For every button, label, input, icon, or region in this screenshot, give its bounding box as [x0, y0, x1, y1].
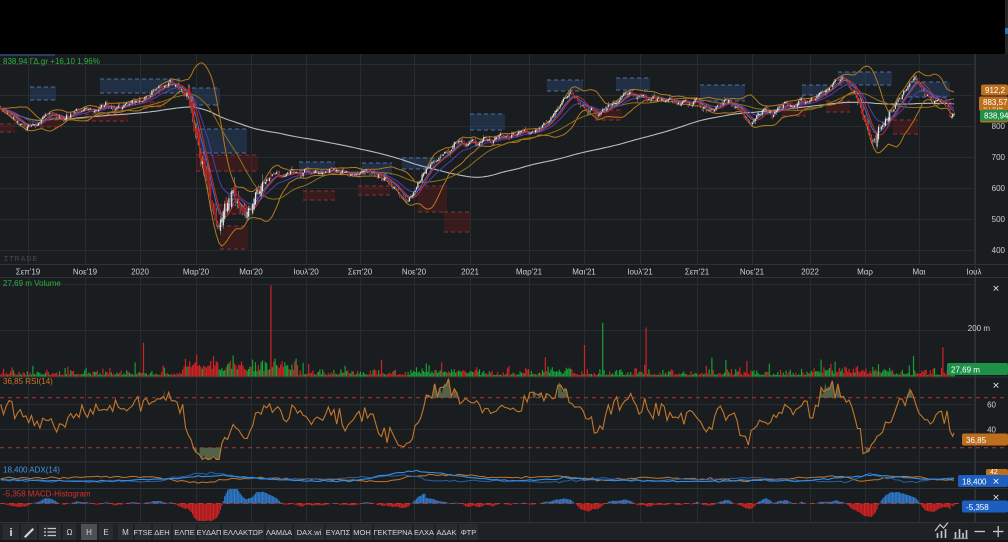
svg-text:Ω: Ω	[67, 528, 73, 537]
svg-text:18,400 ADX(14): 18,400 ADX(14)	[3, 466, 60, 475]
svg-text:ΣTRADE: ΣTRADE	[4, 256, 38, 263]
svg-text:200 m: 200 m	[968, 324, 991, 333]
svg-text:ΕΥΔΑΠ: ΕΥΔΑΠ	[197, 528, 222, 537]
svg-text:500: 500	[992, 215, 1006, 224]
svg-text:DAX.wi: DAX.wi	[297, 528, 322, 537]
svg-text:i: i	[9, 527, 12, 539]
svg-text:Μαρ: Μαρ	[857, 268, 873, 277]
svg-text:ΦΤΡ: ΦΤΡ	[461, 528, 477, 537]
svg-text:FTSE: FTSE	[133, 528, 152, 537]
svg-text:M: M	[122, 528, 129, 537]
svg-text:ΛΑΜΔΑ: ΛΑΜΔΑ	[266, 528, 292, 537]
svg-text:600: 600	[992, 184, 1006, 193]
svg-text:ΕΛΠΕ: ΕΛΠΕ	[174, 528, 194, 537]
svg-text:Ιουλ: Ιουλ	[966, 268, 981, 277]
svg-text:36,85: 36,85	[966, 436, 987, 445]
svg-text:27,69 m Volume: 27,69 m Volume	[3, 279, 61, 288]
svg-text:2021: 2021	[461, 268, 479, 277]
svg-text:Μαρ'21: Μαρ'21	[516, 268, 543, 277]
svg-text:883,57: 883,57	[983, 98, 1008, 107]
svg-text:2022: 2022	[801, 268, 819, 277]
svg-text:Μαι: Μαι	[912, 268, 925, 277]
svg-text:Σεπ'19: Σεπ'19	[16, 268, 41, 277]
svg-text:36,85 RSI(14): 36,85 RSI(14)	[3, 377, 53, 386]
svg-text:✕: ✕	[992, 477, 1000, 487]
svg-text:Μαι'20: Μαι'20	[239, 268, 263, 277]
svg-text:838,94: 838,94	[984, 112, 1008, 121]
svg-text:Νοε'21: Νοε'21	[740, 268, 765, 277]
svg-text:Νοε'20: Νοε'20	[402, 268, 427, 277]
svg-text:ΕΛΧΑ: ΕΛΧΑ	[414, 528, 434, 537]
svg-text:Μαρ'20: Μαρ'20	[183, 268, 210, 277]
svg-text:ΔΕΗ: ΔΕΗ	[154, 528, 169, 537]
svg-text:Ιουλ'21: Ιουλ'21	[627, 268, 653, 277]
svg-text:E: E	[103, 528, 108, 537]
svg-text:2020: 2020	[131, 268, 149, 277]
svg-text:800: 800	[992, 122, 1006, 131]
svg-text:ΑΔΑΚ: ΑΔΑΚ	[436, 528, 456, 537]
svg-text:ΓΕΚΤΕΡΝΑ: ΓΕΚΤΕΡΝΑ	[373, 528, 412, 537]
svg-text:Νοε'19: Νοε'19	[73, 268, 98, 277]
svg-text:-5,358: -5,358	[966, 503, 989, 512]
svg-text:400: 400	[992, 246, 1006, 255]
svg-text:-5,358 MACD-Histogram: -5,358 MACD-Histogram	[3, 490, 91, 499]
svg-text:838,94 ΓΔ.gr +16,10 1,96%: 838,94 ΓΔ.gr +16,10 1,96%	[3, 57, 100, 66]
svg-text:18,400: 18,400	[962, 478, 987, 487]
svg-text:60: 60	[987, 401, 996, 410]
svg-text:ΕΥΑΠΣ: ΕΥΑΠΣ	[326, 528, 351, 537]
svg-text:700: 700	[992, 153, 1006, 162]
svg-text:27,69 m: 27,69 m	[951, 366, 980, 375]
svg-text:✕: ✕	[992, 381, 1000, 391]
svg-text:Μαι'21: Μαι'21	[572, 268, 596, 277]
svg-text:ΜΟΗ: ΜΟΗ	[353, 528, 371, 537]
svg-text:ΕΛΛΑΚΤΩΡ: ΕΛΛΑΚΤΩΡ	[223, 528, 263, 537]
svg-text:Σεπ'21: Σεπ'21	[685, 268, 710, 277]
svg-text:H: H	[86, 528, 92, 537]
svg-text:42: 42	[990, 469, 998, 476]
svg-text:Ιουλ'20: Ιουλ'20	[293, 268, 319, 277]
svg-text:Σεπ'20: Σεπ'20	[348, 268, 373, 277]
svg-text:912,2: 912,2	[985, 86, 1006, 95]
svg-text:✕: ✕	[992, 284, 1000, 294]
svg-text:40: 40	[987, 426, 996, 435]
